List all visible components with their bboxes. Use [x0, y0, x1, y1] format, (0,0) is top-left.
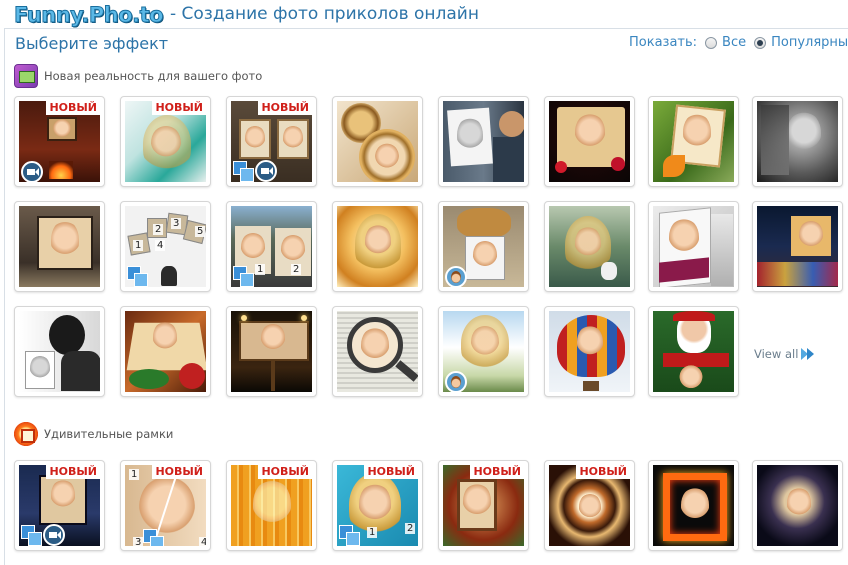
effect-thumb[interactable]: [752, 460, 843, 551]
effect-thumb[interactable]: НОВЫЙ: [14, 460, 105, 551]
effect-thumb[interactable]: [226, 306, 317, 397]
effect-thumb[interactable]: [438, 201, 529, 292]
radio-popular[interactable]: [754, 36, 767, 49]
new-badge: НОВЫЙ: [258, 465, 312, 479]
photo-number: 1: [129, 469, 140, 480]
new-badge: НОВЫЙ: [46, 101, 100, 115]
effect-thumb[interactable]: НОВЫЙ: [544, 460, 635, 551]
effect-thumb[interactable]: [648, 96, 739, 187]
effect-thumb[interactable]: [120, 306, 211, 397]
effect-thumb[interactable]: 1 2 3 4 5: [120, 201, 211, 292]
section-frames-header: Удивительные рамки: [14, 422, 173, 446]
effect-thumb[interactable]: [438, 96, 529, 187]
effect-thumb[interactable]: [544, 306, 635, 397]
photo-number: 2: [291, 264, 302, 275]
page: Funny.Pho.to - Создание фото приколов он…: [0, 0, 848, 565]
photo-number: 1: [367, 527, 378, 538]
photo-number: 1: [133, 240, 144, 251]
effect-thumb[interactable]: [14, 201, 105, 292]
effect-thumb[interactable]: [332, 201, 423, 292]
effect-thumb[interactable]: [332, 306, 423, 397]
new-badge: НОВЫЙ: [152, 101, 206, 115]
view-all-label[interactable]: View all: [754, 347, 798, 361]
multi-photo-icon: [127, 266, 148, 287]
photo-number: 4: [199, 537, 206, 546]
view-all-link[interactable]: View all: [754, 347, 815, 361]
photo-number: 4: [155, 240, 166, 251]
site-logo[interactable]: Funny.Pho.to: [13, 2, 164, 27]
show-filter: Показать: Все Популярные: [629, 35, 848, 50]
photo-number: 2: [153, 224, 164, 235]
photo-number: 1: [255, 264, 266, 275]
multi-photo-icon: [21, 525, 42, 546]
multi-photo-icon: [339, 525, 360, 546]
photo-number: 2: [405, 523, 416, 534]
effect-thumb[interactable]: [752, 96, 843, 187]
video-icon: [43, 524, 65, 546]
video-icon: [21, 161, 43, 182]
radio-all[interactable]: [705, 36, 718, 49]
effect-thumb[interactable]: НОВЫЙ: [438, 460, 529, 551]
effect-thumb[interactable]: НОВЫЙ: [226, 460, 317, 551]
face-icon: [445, 371, 467, 392]
section-title: Удивительные рамки: [44, 427, 174, 441]
panel-title: Выберите эффект: [15, 34, 169, 53]
logo-text: Funny.Pho.to: [13, 3, 164, 27]
new-badge: НОВЫЙ: [46, 465, 100, 479]
multi-photo-icon: [233, 266, 254, 287]
effect-thumb[interactable]: НОВЫЙ: [14, 96, 105, 187]
effect-thumb[interactable]: НОВЫЙ: [120, 96, 211, 187]
new-badge: НОВЫЙ: [576, 465, 630, 479]
new-badge: НОВЫЙ: [152, 465, 206, 479]
arrow-right-icon: [801, 347, 815, 361]
section-new-reality-header: Новая реальность для вашего фото: [14, 64, 262, 88]
site-title: - Создание фото приколов онлайн: [170, 4, 479, 24]
show-label: Показать:: [629, 35, 698, 50]
new-reality-icon: [14, 64, 38, 88]
section-title: Новая реальность для вашего фото: [44, 69, 263, 83]
multi-photo-icon: [233, 161, 254, 182]
photo-number: 5: [195, 226, 206, 237]
new-badge: НОВЫЙ: [364, 465, 418, 479]
effect-thumb[interactable]: [438, 306, 529, 397]
effect-thumb[interactable]: [648, 306, 739, 397]
site-header: Funny.Pho.to - Создание фото приколов он…: [0, 0, 848, 28]
photo-number: 3: [133, 537, 144, 546]
new-badge: НОВЫЙ: [258, 101, 312, 115]
effect-thumb[interactable]: НОВЫЙ: [226, 96, 317, 187]
effect-thumb[interactable]: [14, 306, 105, 397]
photo-number: 3: [171, 218, 182, 229]
radio-all-label[interactable]: Все: [722, 35, 746, 50]
multi-photo-icon: [143, 529, 164, 546]
frame-icon: [14, 422, 38, 446]
effect-thumb[interactable]: 1 2: [226, 201, 317, 292]
effect-thumb[interactable]: 1 2 НОВЫЙ: [332, 460, 423, 551]
effect-thumb[interactable]: [752, 201, 843, 292]
radio-popular-label[interactable]: Популярные: [771, 35, 848, 50]
effect-thumb[interactable]: 1 3 4 НОВЫЙ: [120, 460, 211, 551]
face-icon: [445, 266, 467, 287]
effect-thumb[interactable]: [648, 460, 739, 551]
effect-thumb[interactable]: [544, 201, 635, 292]
effect-thumb[interactable]: [648, 201, 739, 292]
video-icon: [255, 160, 277, 182]
new-badge: НОВЫЙ: [470, 465, 524, 479]
effect-thumb[interactable]: [332, 96, 423, 187]
effect-thumb[interactable]: [544, 96, 635, 187]
